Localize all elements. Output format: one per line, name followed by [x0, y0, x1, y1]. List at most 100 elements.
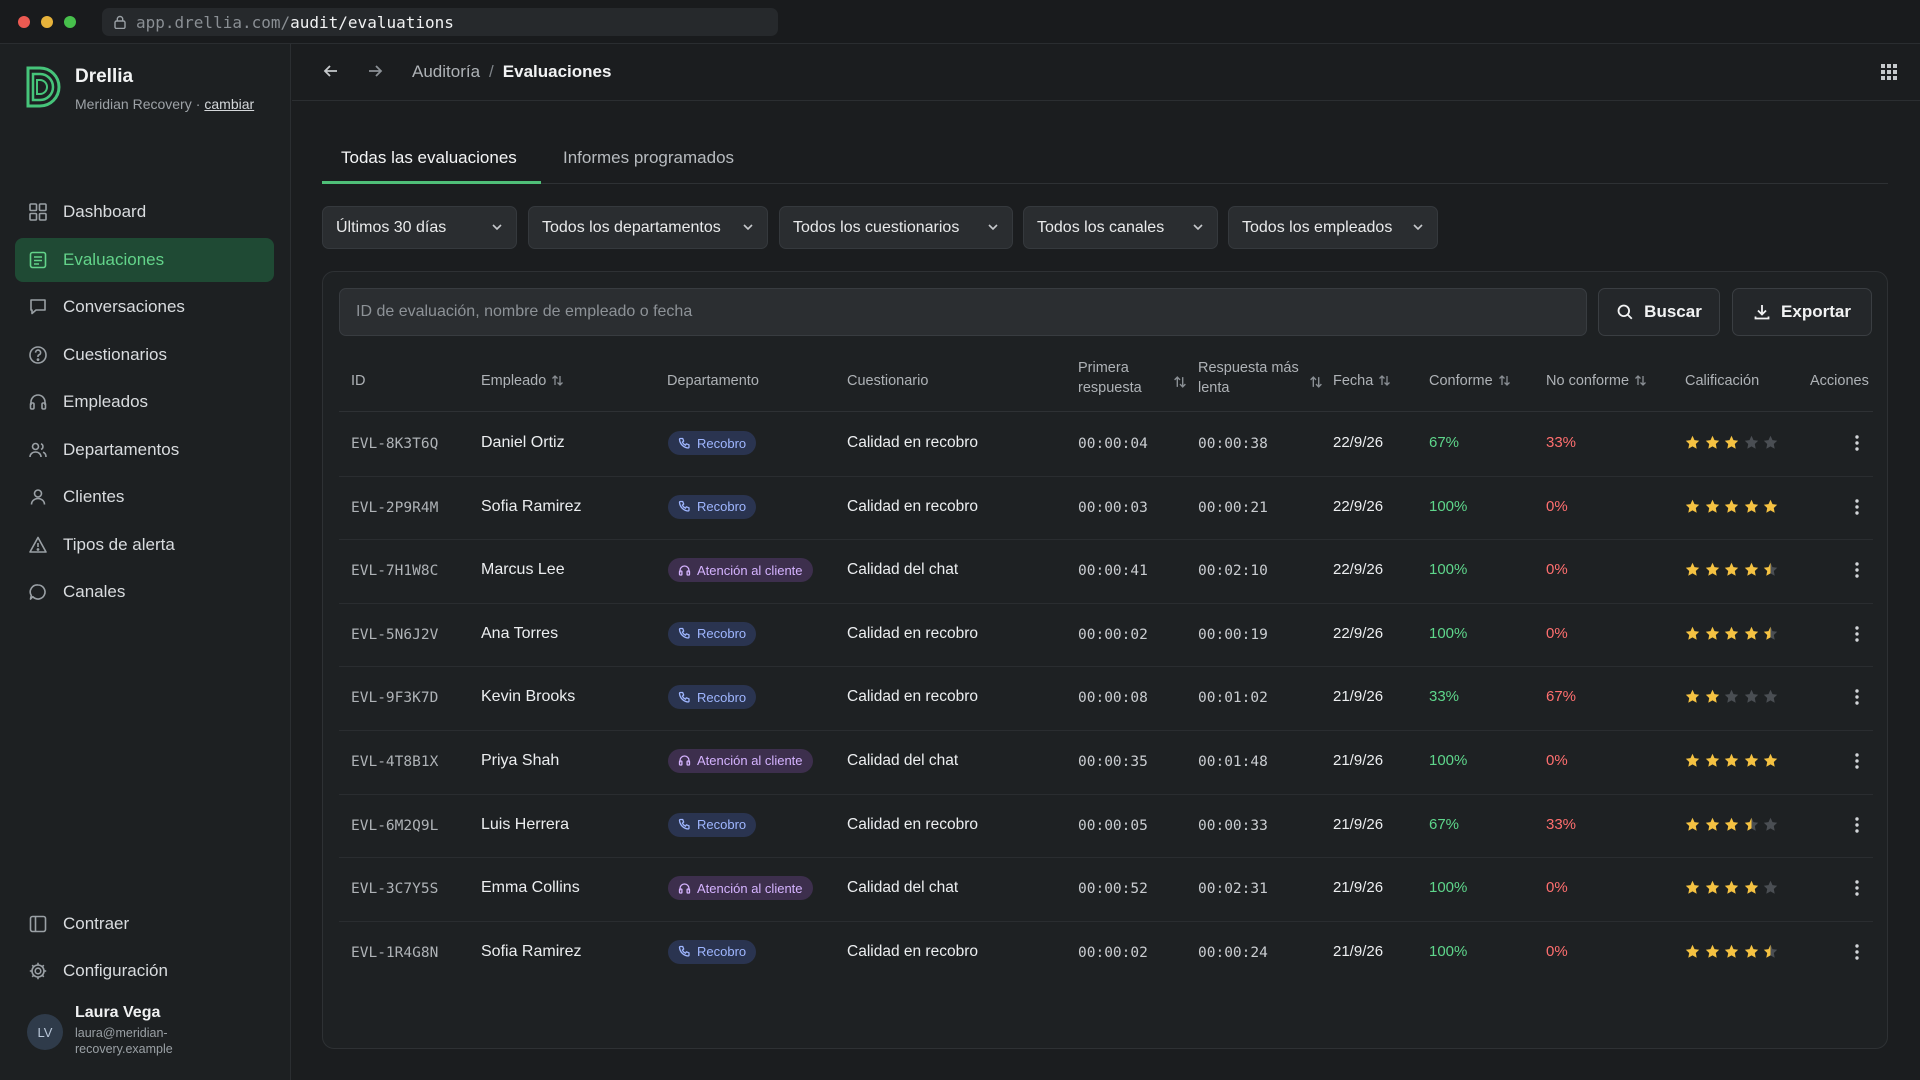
user-profile[interactable]: LV Laura Vega laura@meridian-recovery.ex…: [27, 1004, 205, 1057]
more-options-icon[interactable]: [1854, 878, 1860, 898]
evaluation-id[interactable]: EVL-3C7Y5S: [351, 881, 438, 897]
more-options-icon[interactable]: [1854, 560, 1860, 580]
sidebar-item-evaluaciones[interactable]: Evaluaciones: [15, 237, 274, 282]
evaluation-id[interactable]: EVL-6M2Q9L: [351, 818, 438, 834]
star-filled-icon: [1724, 562, 1739, 576]
sidebar-item-cuestionarios[interactable]: Cuestionarios: [15, 333, 274, 377]
col-date[interactable]: Fecha: [1333, 373, 1391, 389]
compliant-percent: 100%: [1429, 942, 1468, 960]
table-row[interactable]: EVL-8K3T6Q Daniel Ortiz Recobro Calidad en …: [339, 413, 1873, 477]
department-badge: Atención al cliente: [668, 748, 813, 773]
department-label: Recobro: [697, 817, 747, 833]
col-first-response[interactable]: Primera respuesta: [1078, 358, 1162, 398]
more-options-icon[interactable]: [1854, 815, 1860, 835]
user-icon: [30, 489, 46, 505]
filter-employee[interactable]: Todos los empleados: [1228, 206, 1438, 249]
sidebar-item-dashboard[interactable]: Dashboard: [15, 190, 274, 234]
sidebar-item-conversaciones[interactable]: Conversaciones: [15, 285, 274, 329]
star-filled-icon: [1685, 435, 1700, 449]
evaluation-id[interactable]: EVL-9F3K7D: [351, 690, 438, 706]
table-row[interactable]: EVL-5N6J2V Ana Torres Recobro Calidad en re…: [339, 604, 1873, 668]
sidebar-item-label: Departamentos: [63, 439, 180, 459]
star-filled-icon: [1763, 753, 1778, 767]
evaluation-id[interactable]: EVL-4T8B1X: [351, 754, 438, 770]
star-filled-icon: [1685, 499, 1700, 513]
noncompliant-percent: 33%: [1546, 434, 1577, 451]
star-empty-icon: [1763, 435, 1778, 449]
col-slowest-response[interactable]: Respuesta más lenta: [1198, 358, 1310, 398]
table-row[interactable]: EVL-6M2Q9L Luis Herrera Recobro Calidad en …: [339, 795, 1873, 859]
search-button[interactable]: Buscar: [1598, 288, 1720, 336]
tab-informes-programados[interactable]: Informes programados: [563, 148, 734, 182]
evaluation-id[interactable]: EVL-2P9R4M: [351, 500, 438, 516]
more-options-icon[interactable]: [1854, 497, 1860, 517]
sidebar-item-tipos-de-alerta[interactable]: Tipos de alerta: [15, 523, 274, 567]
slowest-response-time: 00:00:38: [1198, 436, 1268, 452]
more-options-icon[interactable]: [1854, 687, 1860, 707]
switch-org-link[interactable]: cambiar: [204, 96, 254, 112]
first-response-time: 00:00:02: [1078, 944, 1148, 961]
more-options-icon[interactable]: [1854, 624, 1860, 644]
phone-icon: [678, 437, 690, 449]
rating-stars: [1685, 689, 1783, 704]
brand[interactable]: Drellia Meridian Recovery · cambiar: [22, 64, 254, 112]
filter-date-range[interactable]: Últimos 30 días: [322, 206, 517, 249]
forward-arrow-icon[interactable]: [364, 60, 386, 82]
slowest-response-time: 00:00:21: [1198, 499, 1268, 516]
evaluation-id[interactable]: EVL-5N6J2V: [351, 627, 438, 643]
close-window-dot[interactable]: [18, 16, 30, 28]
more-options-icon[interactable]: [1854, 433, 1860, 453]
breadcrumb-parent[interactable]: Auditoría: [412, 62, 480, 81]
sort-icon[interactable]: [1173, 375, 1187, 389]
sidebar-item-empleados[interactable]: Empleados: [15, 380, 274, 424]
star-empty-icon: [1763, 690, 1778, 704]
sort-icon[interactable]: [1309, 375, 1323, 389]
noncompliant-percent: 0%: [1546, 561, 1568, 579]
export-button[interactable]: Exportar: [1732, 288, 1872, 336]
more-options-icon[interactable]: [1854, 942, 1860, 962]
apps-grid-icon[interactable]: [1880, 63, 1898, 81]
table-row[interactable]: EVL-7H1W8C Marcus Lee Atención al cliente C…: [339, 540, 1873, 604]
filter-channel[interactable]: Todos los canales: [1023, 206, 1218, 249]
back-arrow-icon[interactable]: [320, 60, 342, 82]
table-row[interactable]: EVL-1R4G8N Sofia Ramirez Recobro Calidad en…: [339, 922, 1873, 986]
star-half-icon: [1744, 817, 1758, 831]
rating-stars: [1685, 435, 1783, 450]
sidebar-item-canales[interactable]: Canales: [15, 570, 274, 614]
table-row[interactable]: EVL-9F3K7D Kevin Brooks Recobro Calidad en …: [339, 667, 1873, 731]
table-row[interactable]: EVL-2P9R4M Sofia Ramirez Recobro Calidad en…: [339, 477, 1873, 541]
tab-todas-las-evaluaciones[interactable]: Todas las evaluaciones: [341, 148, 517, 182]
questionnaire-name: Calidad del chat: [847, 879, 959, 897]
address-bar[interactable]: app.drellia.com/audit/evaluations: [102, 8, 778, 36]
minimize-window-dot[interactable]: [41, 16, 53, 28]
star-filled-icon: [1705, 944, 1719, 958]
noncompliant-percent: 67%: [1546, 688, 1577, 706]
collapse-label: Contraer: [63, 914, 130, 933]
sidebar-item-configuracion[interactable]: Configuración: [15, 949, 274, 993]
table-row[interactable]: EVL-4T8B1X Priya Shah Atención al cliente C…: [339, 731, 1873, 795]
filter-department[interactable]: Todos los departamentos: [528, 206, 768, 249]
evaluation-id[interactable]: EVL-7H1W8C: [351, 563, 438, 579]
filter-questionnaire[interactable]: Todos los cuestionarios: [779, 206, 1013, 249]
more-options-icon[interactable]: [1854, 751, 1860, 771]
col-compliant[interactable]: Conforme: [1429, 373, 1511, 389]
sidebar-item-label: Clientes: [63, 487, 125, 506]
col-noncompliant[interactable]: No conforme: [1546, 373, 1647, 389]
first-response-time: 00:00:35: [1078, 753, 1148, 770]
sidebar-item-clientes[interactable]: Clientes: [15, 475, 274, 519]
collapse-sidebar-button[interactable]: Contraer: [15, 902, 274, 946]
star-filled-icon: [1705, 817, 1719, 831]
col-employee[interactable]: Empleado: [481, 373, 564, 389]
evaluation-id[interactable]: EVL-8K3T6Q: [351, 436, 438, 452]
evaluation-id[interactable]: EVL-1R4G8N: [351, 945, 438, 961]
maximize-window-dot[interactable]: [64, 16, 76, 28]
star-filled-icon: [1744, 499, 1758, 513]
lock-icon: [114, 15, 126, 29]
search-input[interactable]: [339, 288, 1587, 336]
users-icon: [29, 442, 47, 457]
star-filled-icon: [1685, 944, 1700, 958]
department-label: Atención al cliente: [697, 880, 803, 896]
table-row[interactable]: EVL-3C7Y5S Emma Collins Atención al client…: [339, 858, 1873, 922]
sidebar-item-departamentos[interactable]: Departamentos: [15, 428, 274, 472]
star-filled-icon: [1685, 562, 1700, 576]
